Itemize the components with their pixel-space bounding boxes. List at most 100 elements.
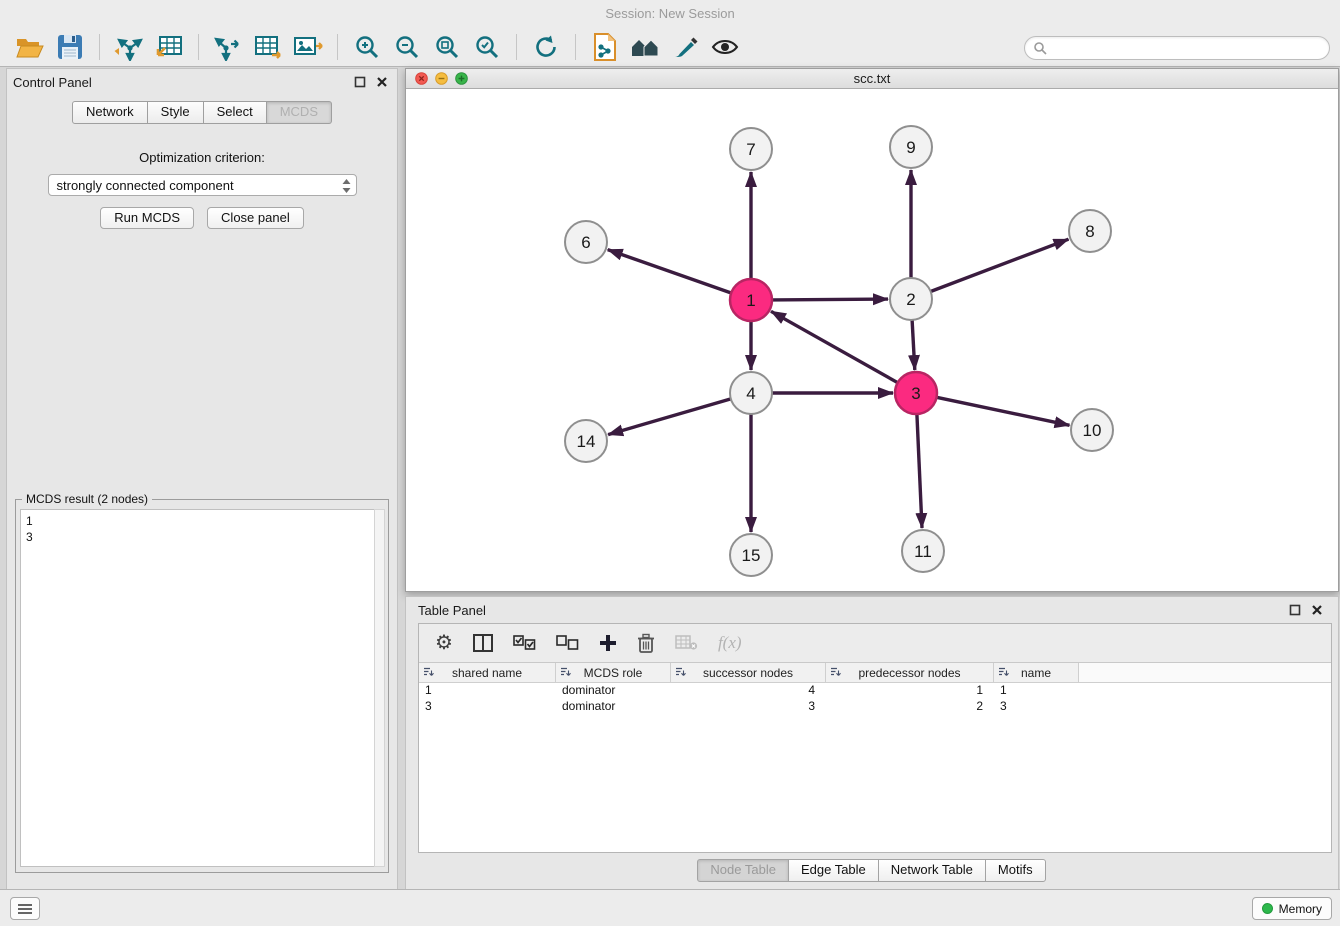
- edge-1-2[interactable]: [772, 299, 888, 300]
- table-row[interactable]: 3dominator323: [419, 699, 1331, 715]
- run-mcds-button[interactable]: Run MCDS: [100, 207, 194, 229]
- edge-1-6[interactable]: [608, 250, 732, 293]
- refresh-button[interactable]: [526, 30, 566, 64]
- tab-node-table[interactable]: Node Table: [697, 859, 789, 882]
- select-all-columns-button[interactable]: [513, 635, 536, 651]
- edge-4-14[interactable]: [608, 399, 731, 435]
- graph-node-3[interactable]: 3: [895, 372, 937, 414]
- task-history-button[interactable]: [10, 897, 40, 920]
- tab-select[interactable]: Select: [204, 101, 267, 124]
- delete-table-button[interactable]: [675, 635, 698, 651]
- window-title: Session: New Session: [0, 0, 1340, 28]
- columns-icon: [473, 634, 493, 652]
- close-window-button[interactable]: [415, 72, 428, 85]
- graph-node-15[interactable]: 15: [730, 534, 772, 576]
- save-session-button[interactable]: [50, 30, 90, 64]
- mcds-result-title: MCDS result (2 nodes): [22, 492, 152, 506]
- import-table-button[interactable]: [149, 30, 189, 64]
- memory-label: Memory: [1279, 902, 1322, 916]
- home-button[interactable]: [625, 30, 665, 64]
- minimize-window-button[interactable]: [435, 72, 448, 85]
- column-header-mcds-role[interactable]: MCDS role: [556, 663, 671, 682]
- network-canvas[interactable]: 7 9 6 8 1 2 4 3 14 10 15 11: [406, 89, 1338, 591]
- node-table-body: 1dominator4113dominator323: [419, 683, 1331, 715]
- graph-node-8[interactable]: 8: [1069, 210, 1111, 252]
- tab-edge-table[interactable]: Edge Table: [788, 859, 879, 882]
- graph-node-10[interactable]: 10: [1071, 409, 1113, 451]
- graph-node-7[interactable]: 7: [730, 128, 772, 170]
- close-panel-button-cp[interactable]: Close panel: [207, 207, 304, 229]
- tab-mcds[interactable]: MCDS: [267, 101, 332, 124]
- result-scrollbar[interactable]: [374, 509, 385, 867]
- tab-motifs[interactable]: Motifs: [985, 859, 1046, 882]
- graph-node-6[interactable]: 6: [565, 221, 607, 263]
- float-panel-button[interactable]: [353, 75, 367, 89]
- table-cell: 1: [419, 683, 556, 699]
- graph-node-11[interactable]: 11: [902, 530, 944, 572]
- toolbar-separator: [198, 34, 199, 60]
- zoom-selected-button[interactable]: [467, 30, 507, 64]
- checked-boxes-icon: [513, 635, 536, 651]
- export-network-button[interactable]: [208, 30, 248, 64]
- table-settings-button[interactable]: ⚙: [435, 633, 453, 653]
- style-brush-icon: [672, 35, 698, 59]
- toolbar-separator: [99, 34, 100, 60]
- mcds-result-list[interactable]: 13: [20, 509, 375, 867]
- style-button[interactable]: [665, 30, 705, 64]
- column-header-name[interactable]: name: [994, 663, 1079, 682]
- edge-3-1[interactable]: [771, 311, 898, 382]
- tab-style[interactable]: Style: [148, 101, 204, 124]
- svg-text:4: 4: [746, 384, 755, 403]
- column-header-shared-name[interactable]: shared name: [419, 663, 556, 682]
- titlebar: Session: New Session: [0, 0, 1340, 28]
- close-table-panel-button[interactable]: [1310, 603, 1324, 617]
- tab-network[interactable]: Network: [72, 101, 148, 124]
- function-builder-button[interactable]: f(x): [718, 633, 742, 653]
- zoom-in-icon: [354, 34, 380, 60]
- edge-3-11[interactable]: [917, 414, 922, 528]
- edge-2-8[interactable]: [931, 239, 1069, 291]
- open-session-button[interactable]: [10, 30, 50, 64]
- zoom-in-button[interactable]: [347, 30, 387, 64]
- table-row[interactable]: 1dominator411: [419, 683, 1331, 699]
- import-network-icon: [114, 33, 144, 61]
- graph-node-14[interactable]: 14: [565, 420, 607, 462]
- zoom-fit-button[interactable]: [427, 30, 467, 64]
- export-image-button[interactable]: [288, 30, 328, 64]
- graph-node-9[interactable]: 9: [890, 126, 932, 168]
- unselect-all-columns-button[interactable]: [556, 635, 579, 651]
- tab-network-table[interactable]: Network Table: [878, 859, 986, 882]
- edge-3-10[interactable]: [937, 397, 1070, 425]
- criterion-dropdown[interactable]: strongly connected component: [48, 174, 357, 196]
- network-file-icon: [592, 33, 618, 61]
- table-cell: 1: [994, 683, 1079, 699]
- network-window-titlebar[interactable]: scc.txt: [406, 69, 1338, 89]
- network-file-button[interactable]: [585, 30, 625, 64]
- graph-node-1[interactable]: 1: [730, 279, 772, 321]
- search-field[interactable]: [1024, 36, 1330, 60]
- eye-button[interactable]: [705, 30, 745, 64]
- create-column-button[interactable]: [599, 634, 617, 652]
- toolbar-separator: [516, 34, 517, 60]
- show-columns-button[interactable]: [473, 634, 493, 652]
- export-table-button[interactable]: [248, 30, 288, 64]
- refresh-icon: [533, 34, 559, 60]
- delete-column-button[interactable]: [637, 633, 655, 653]
- search-input[interactable]: [1052, 40, 1321, 56]
- zoom-window-button[interactable]: [455, 72, 468, 85]
- close-panel-button[interactable]: [375, 75, 389, 89]
- svg-text:14: 14: [577, 432, 596, 451]
- graph-node-2[interactable]: 2: [890, 278, 932, 320]
- memory-button[interactable]: Memory: [1252, 897, 1332, 920]
- import-network-button[interactable]: [109, 30, 149, 64]
- column-header-successor-nodes[interactable]: successor nodes: [671, 663, 826, 682]
- home-icon: [630, 35, 660, 59]
- column-header-predecessor-nodes[interactable]: predecessor nodes: [826, 663, 994, 682]
- edge-2-3[interactable]: [912, 320, 915, 370]
- toolbar-separator: [575, 34, 576, 60]
- float-table-panel-button[interactable]: [1288, 603, 1302, 617]
- zoom-out-button[interactable]: [387, 30, 427, 64]
- network-canvas-area[interactable]: 7 9 6 8 1 2 4 3 14 10 15 11: [406, 89, 1338, 591]
- svg-text:8: 8: [1085, 222, 1094, 241]
- graph-node-4[interactable]: 4: [730, 372, 772, 414]
